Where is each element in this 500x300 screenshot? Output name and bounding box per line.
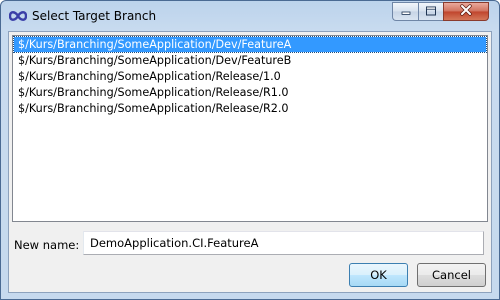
branch-list[interactable]: $/Kurs/Branching/SomeApplication/Dev/Fea… (12, 35, 488, 222)
cancel-button[interactable]: Cancel (417, 263, 486, 287)
ok-button[interactable]: OK (349, 263, 408, 287)
infinity-icon (8, 9, 28, 23)
new-name-label: New name: (14, 238, 80, 252)
branch-list-item[interactable]: $/Kurs/Branching/SomeApplication/Dev/Fea… (13, 36, 487, 53)
branch-list-item[interactable]: $/Kurs/Branching/SomeApplication/Release… (14, 101, 486, 116)
close-button[interactable] (443, 2, 489, 21)
window-title: Select Target Branch (32, 9, 157, 23)
minimize-button[interactable] (392, 2, 418, 21)
branch-list-item[interactable]: $/Kurs/Branching/SomeApplication/Dev/Fea… (14, 53, 486, 68)
close-icon (459, 4, 473, 19)
dialog-window: Select Target Branch $/Kurs/Branching/So… (0, 0, 500, 300)
minimize-icon (400, 5, 412, 19)
branch-list-item[interactable]: $/Kurs/Branching/SomeApplication/Release… (14, 85, 486, 100)
dialog-content: $/Kurs/Branching/SomeApplication/Dev/Fea… (8, 31, 492, 293)
branch-list-item[interactable]: $/Kurs/Branching/SomeApplication/Release… (14, 69, 486, 84)
new-name-input[interactable] (83, 231, 484, 255)
maximize-button[interactable] (418, 2, 443, 21)
title-bar[interactable]: Select Target Branch (1, 1, 499, 31)
maximize-icon (425, 5, 437, 19)
